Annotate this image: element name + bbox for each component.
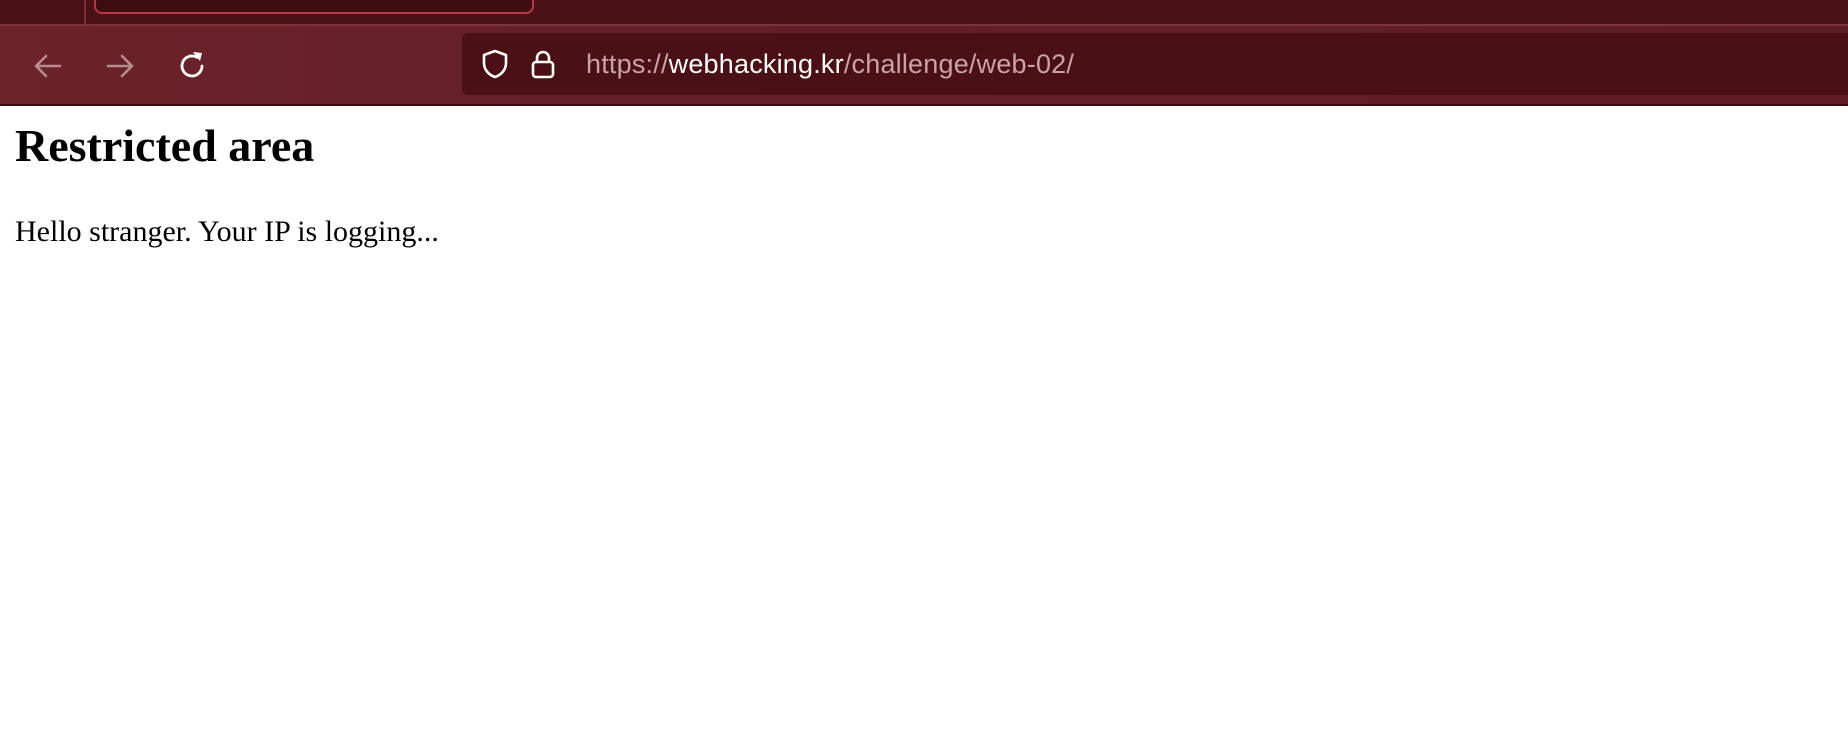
url-path: /challenge/web-02/ xyxy=(843,49,1075,79)
lock-icon[interactable] xyxy=(526,47,560,81)
forward-button[interactable] xyxy=(100,46,140,86)
page-content: Restricted area Hello stranger. Your IP … xyxy=(0,106,1848,730)
active-tab[interactable] xyxy=(94,0,534,14)
reload-button[interactable] xyxy=(172,46,212,86)
page-message: Hello stranger. Your IP is logging... xyxy=(15,215,439,248)
back-button[interactable] xyxy=(28,46,68,86)
navigation-toolbar: https://webhacking.kr/challenge/web-02/ xyxy=(0,26,1848,104)
tab-strip xyxy=(0,0,1848,24)
arrow-right-icon xyxy=(104,50,136,82)
page-title: Restricted area xyxy=(15,120,315,171)
browser-chrome: https://webhacking.kr/challenge/web-02/ xyxy=(0,0,1848,106)
url-scheme: https:// xyxy=(586,49,669,79)
url-host: webhacking.kr xyxy=(668,49,844,79)
url-bar[interactable]: https://webhacking.kr/challenge/web-02/ xyxy=(462,33,1848,95)
shield-icon[interactable] xyxy=(478,47,512,81)
url-text[interactable]: https://webhacking.kr/challenge/web-02/ xyxy=(586,47,1074,81)
arrow-left-icon xyxy=(32,50,64,82)
tab-divider xyxy=(84,0,86,24)
reload-icon xyxy=(175,49,209,83)
